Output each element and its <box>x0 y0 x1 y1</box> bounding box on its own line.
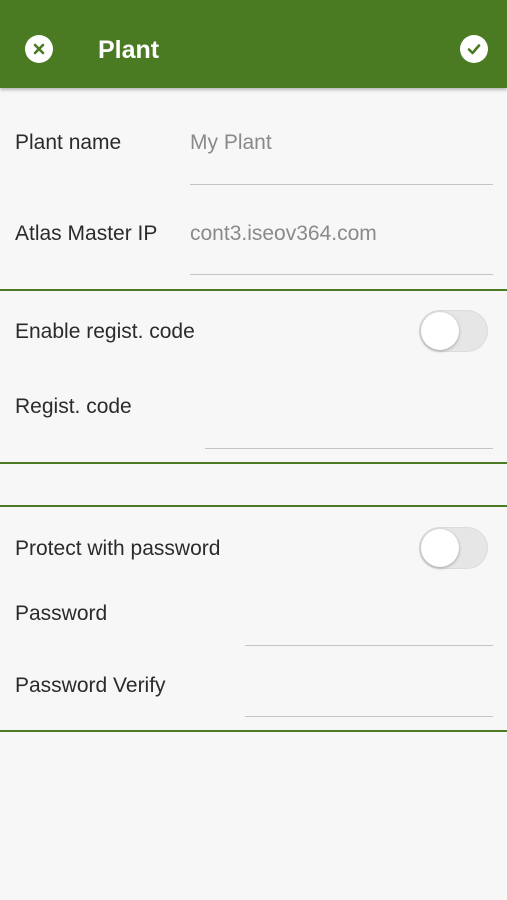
atlas-master-ip-input[interactable]: cont3.iseov364.com <box>190 221 377 247</box>
plant-name-input[interactable]: My Plant <box>190 130 272 156</box>
page-title: Plant <box>98 36 160 64</box>
password-underline <box>245 645 493 646</box>
protect-password-label: Protect with password <box>15 537 221 560</box>
close-button[interactable] <box>25 35 53 63</box>
section-divider <box>0 289 507 291</box>
plant-name-label: Plant name <box>15 131 122 154</box>
atlas-master-ip-label: Atlas Master IP <box>15 222 158 245</box>
section-divider <box>0 462 507 464</box>
toggle-knob <box>421 312 459 350</box>
check-icon <box>467 44 481 55</box>
app-header: Plant <box>0 0 507 88</box>
toggle-knob <box>421 529 459 567</box>
close-icon <box>33 43 45 55</box>
password-verify-label: Password Verify <box>15 674 166 697</box>
password-label: Password <box>15 602 108 625</box>
protect-password-toggle[interactable] <box>419 527 488 569</box>
section-divider <box>0 730 507 732</box>
atlas-master-ip-underline <box>190 274 493 275</box>
plant-settings-screen: Plant Plant name My Plant Atlas Master I… <box>0 0 507 900</box>
section-divider <box>0 505 507 507</box>
confirm-button[interactable] <box>460 35 488 63</box>
enable-regist-code-toggle[interactable] <box>419 310 488 352</box>
regist-code-label: Regist. code <box>15 395 132 418</box>
password-verify-underline <box>245 716 493 717</box>
plant-name-underline <box>190 184 493 185</box>
regist-code-underline <box>205 448 493 449</box>
enable-regist-code-label: Enable regist. code <box>15 320 195 343</box>
